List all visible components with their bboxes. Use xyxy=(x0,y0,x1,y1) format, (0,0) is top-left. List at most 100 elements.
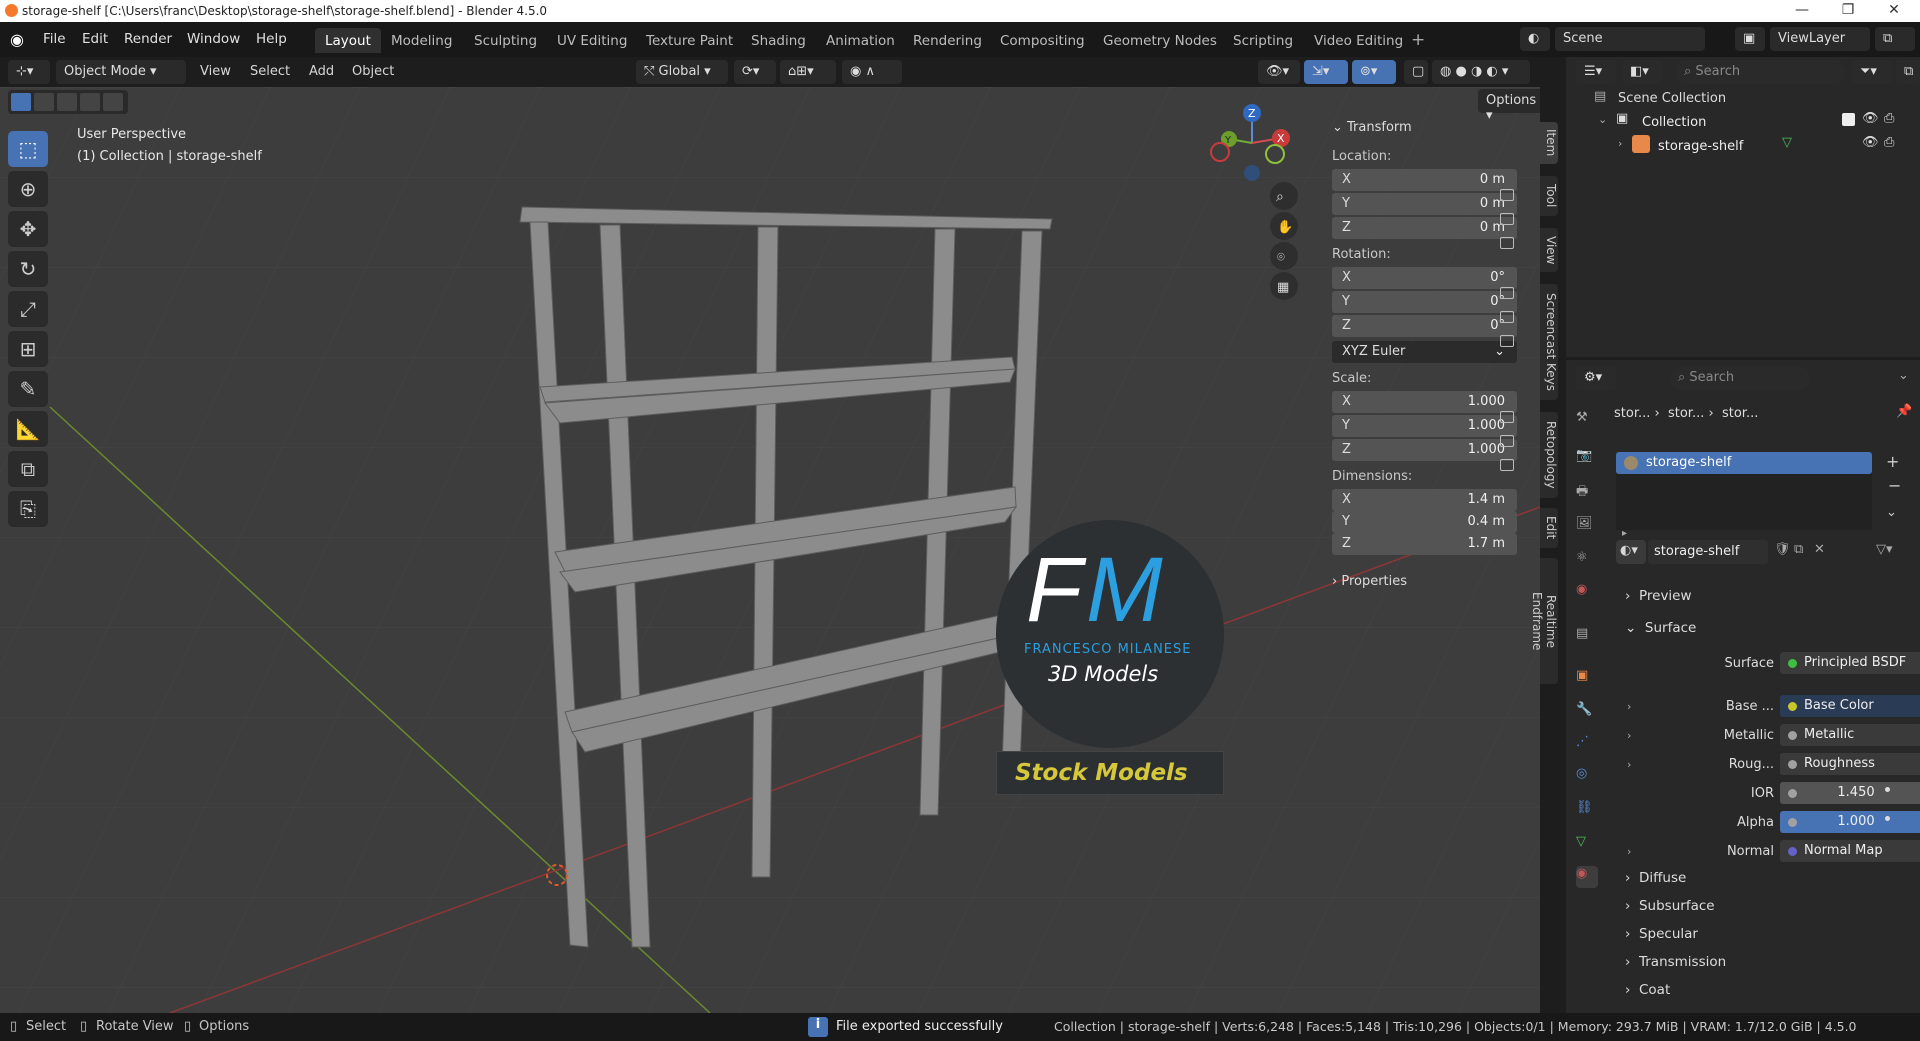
tab-shading[interactable]: Shading xyxy=(741,28,816,53)
new-collection-icon[interactable]: ⧉ xyxy=(1896,60,1920,84)
tab-video-editing[interactable]: Video Editing xyxy=(1304,28,1413,53)
shading-modes[interactable]: ◍ ● ◑ ◐ ▾ xyxy=(1432,60,1530,84)
extra-tool-icon[interactable]: ⎘ xyxy=(8,491,48,527)
scene-collection-label[interactable]: Scene Collection xyxy=(1618,91,1726,106)
chevron-right-icon[interactable]: › xyxy=(1627,700,1631,713)
data-tab-icon[interactable]: ▽ xyxy=(1576,834,1598,856)
tab-scripting[interactable]: Scripting xyxy=(1223,28,1303,53)
minimize-icon[interactable]: — xyxy=(1788,2,1816,18)
add-slot-icon[interactable]: + xyxy=(1886,452,1899,471)
menu-edit[interactable]: Edit xyxy=(82,31,108,47)
pin-icon[interactable]: 📌 xyxy=(1896,404,1912,419)
lock-icon[interactable] xyxy=(1500,435,1514,447)
transform-header[interactable]: ⌄ Transform xyxy=(1332,120,1412,135)
annotate-tool-icon[interactable]: ✎ xyxy=(8,371,48,407)
scale-x-field[interactable]: X 1.000 xyxy=(1332,391,1517,413)
transform-tool-icon[interactable]: ⊞ xyxy=(8,331,48,367)
dimension-y-field[interactable]: Y 0.4 m xyxy=(1332,511,1517,533)
chevron-right-icon[interactable]: › xyxy=(1627,845,1631,858)
object-tab-icon[interactable]: ▣ xyxy=(1576,668,1598,690)
chevron-right-icon[interactable]: › xyxy=(1627,758,1631,771)
proportional-edit-icon[interactable]: ◉ ∧ xyxy=(842,60,902,84)
alpha-field[interactable]: 1.000 xyxy=(1780,811,1920,833)
output-tab-icon[interactable]: 🖶 xyxy=(1576,482,1598,504)
select-intersect-icon[interactable] xyxy=(103,93,123,111)
menu-add[interactable]: Add xyxy=(309,64,334,79)
render-tab-icon[interactable]: 📷 xyxy=(1576,448,1598,470)
rotation-z-field[interactable]: Z 0° xyxy=(1332,315,1517,337)
keyframe-dot-icon[interactable] xyxy=(1885,787,1890,792)
chevron-down-icon[interactable]: ⌄ xyxy=(1598,113,1607,126)
snap-icon[interactable]: ⌂⊞▾ xyxy=(780,60,836,84)
specular-section[interactable]: › Specular xyxy=(1625,926,1698,942)
move-tool-icon[interactable]: ✥ xyxy=(8,211,48,247)
dimension-z-field[interactable]: Z 1.7 m xyxy=(1332,533,1517,555)
cursor-tool-icon[interactable]: ⊕ xyxy=(8,171,48,207)
3d-viewport[interactable]: Z X Y ⌕ ✋ ⌾ ▦ F M FRANCESCO MILANESE 3D … xyxy=(0,87,1540,1013)
select-extend-icon[interactable] xyxy=(34,93,54,111)
normal-field[interactable]: Normal Map xyxy=(1780,840,1920,862)
fake-user-icon[interactable]: 🛡 xyxy=(1774,542,1791,557)
select-subtract-icon[interactable] xyxy=(57,93,77,111)
mode-selector[interactable]: Object Mode ▾ xyxy=(56,60,186,84)
rotate-tool-icon[interactable]: ↻ xyxy=(8,251,48,287)
surface-section[interactable]: ⌄ Surface xyxy=(1625,620,1696,636)
menu-window[interactable]: Window xyxy=(187,31,240,47)
scene-tab-icon[interactable]: ⚛ xyxy=(1576,550,1598,572)
collection-tab-icon[interactable]: ▤ xyxy=(1576,626,1598,648)
location-y-field[interactable]: Y0 m xyxy=(1332,193,1517,215)
checkbox-icon[interactable] xyxy=(1842,113,1855,126)
lock-icon[interactable] xyxy=(1500,287,1514,299)
filter-icon[interactable]: ⏷▾ xyxy=(1852,60,1892,84)
eye-icon[interactable]: 👁 xyxy=(1862,135,1879,150)
ior-field[interactable]: 1.450 xyxy=(1780,782,1920,804)
tool-tab-icon[interactable]: ⚒ xyxy=(1576,410,1598,432)
physics-tab-icon[interactable]: ◎ xyxy=(1576,766,1598,788)
properties-editor-icon[interactable]: ⚙▾ xyxy=(1576,366,1616,390)
material-browse-icon[interactable]: ◐▾ xyxy=(1616,540,1646,564)
material-link-icon[interactable]: ▽▾ xyxy=(1876,542,1893,557)
tab-texture-paint[interactable]: Texture Paint xyxy=(636,28,743,53)
keyframe-dot-icon[interactable] xyxy=(1885,816,1890,821)
duplicate-icon[interactable]: ⧉ xyxy=(1794,542,1803,557)
view-layer-tab-icon[interactable]: 🖼 xyxy=(1576,516,1598,538)
zoom-icon[interactable] xyxy=(1270,182,1298,210)
lock-icon[interactable] xyxy=(1500,335,1514,347)
metallic-field[interactable]: Metallic xyxy=(1780,724,1920,746)
object-label[interactable]: storage-shelf xyxy=(1658,139,1743,154)
tab-realtime-endframe[interactable]: Realtime Endframe xyxy=(1530,558,1558,684)
tab-retopology[interactable]: Retopology xyxy=(1540,412,1558,498)
tab-layout[interactable]: Layout xyxy=(315,28,381,53)
lock-icon[interactable] xyxy=(1500,237,1514,249)
maximize-icon[interactable]: ❐ xyxy=(1834,2,1862,18)
collection-label[interactable]: Collection xyxy=(1642,115,1706,130)
rotation-x-field[interactable]: X 0° xyxy=(1332,267,1517,289)
close-icon[interactable]: ✕ xyxy=(1880,2,1908,18)
menu-object[interactable]: Object xyxy=(352,64,394,79)
chevron-down-icon[interactable]: ⌄ xyxy=(1898,368,1909,383)
menu-file[interactable]: File xyxy=(43,31,66,47)
tab-item[interactable]: Item xyxy=(1540,122,1558,164)
options-dropdown[interactable]: Options ▾ xyxy=(1478,89,1540,123)
tab-view[interactable]: View xyxy=(1540,228,1558,272)
remove-slot-icon[interactable]: − xyxy=(1888,476,1901,495)
material-tab-icon[interactable]: ◉ xyxy=(1576,866,1598,888)
select-new-icon[interactable] xyxy=(11,93,31,111)
menu-render[interactable]: Render xyxy=(124,31,172,47)
modifier-tab-icon[interactable]: 🔧 xyxy=(1576,702,1598,724)
menu-view[interactable]: View xyxy=(200,64,231,79)
outliner-editor-icon[interactable]: ☰▾ xyxy=(1576,60,1616,84)
camera-icon[interactable]: ⎙ xyxy=(1884,135,1894,150)
menu-help[interactable]: Help xyxy=(256,31,287,47)
expand-list-icon[interactable]: ▸ xyxy=(1622,528,1627,539)
tab-uv-editing[interactable]: UV Editing xyxy=(547,28,637,53)
tab-edit[interactable]: Edit xyxy=(1540,508,1558,548)
editor-type-icon[interactable]: ⊹▾ xyxy=(8,60,50,84)
xray-icon[interactable]: ▢ xyxy=(1404,60,1428,84)
lock-icon[interactable] xyxy=(1500,459,1514,471)
lock-icon[interactable] xyxy=(1500,311,1514,323)
unlink-icon[interactable]: ✕ xyxy=(1814,542,1825,557)
tab-modeling[interactable]: Modeling xyxy=(381,28,462,53)
eye-icon[interactable]: 👁 xyxy=(1862,111,1879,126)
lock-icon[interactable] xyxy=(1500,411,1514,423)
